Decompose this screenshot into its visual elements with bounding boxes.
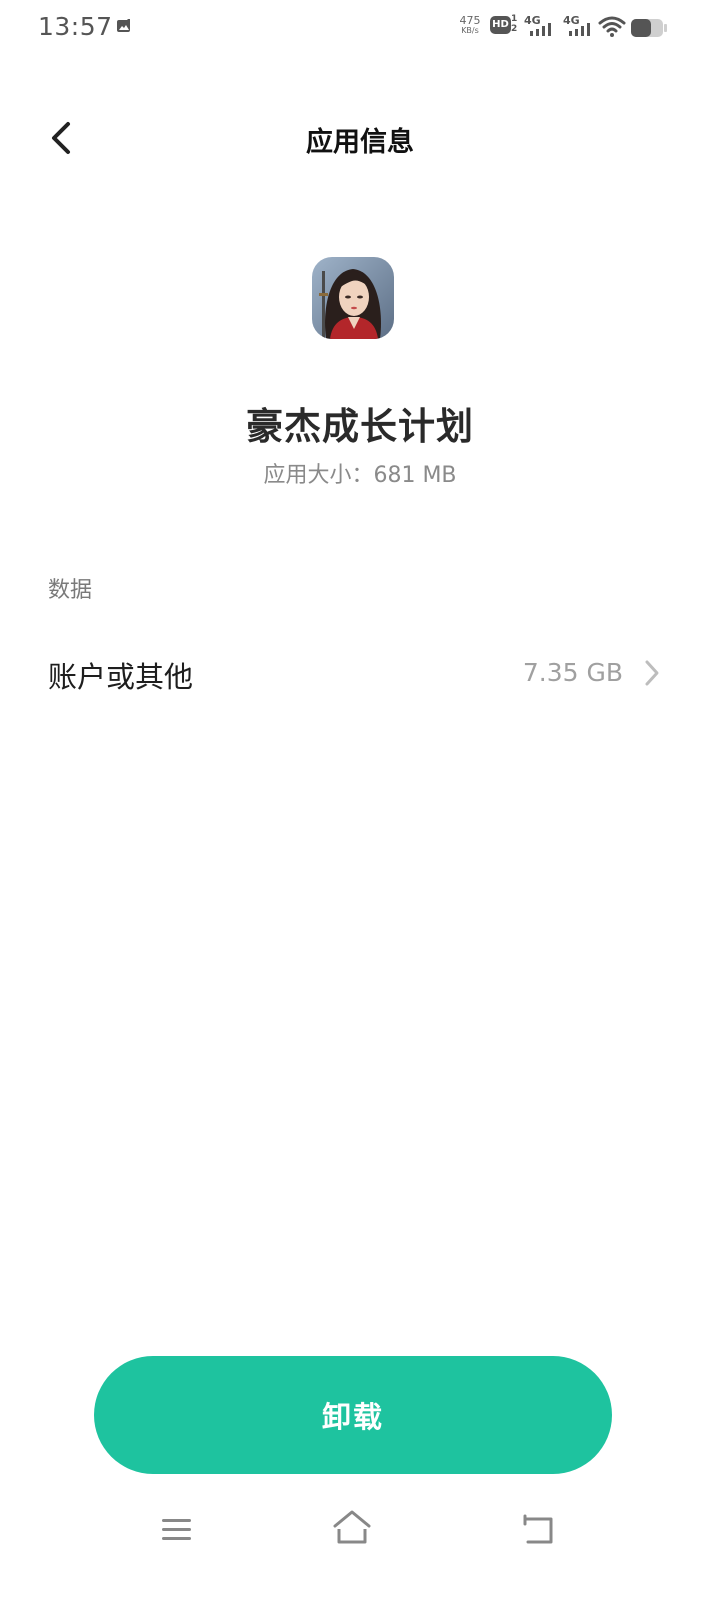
section-label-data: 数据	[48, 578, 93, 603]
app-size-value: 681 MB	[373, 463, 457, 488]
net-speed-indicator: 475 KB/s	[455, 14, 485, 36]
header: 应用信息	[0, 100, 720, 180]
image-notification-icon	[117, 19, 130, 32]
back-nav-button[interactable]	[508, 1504, 568, 1554]
battery-icon	[631, 19, 667, 37]
navigation-bar	[0, 1500, 720, 1560]
back-icon	[523, 1514, 553, 1544]
net-speed-unit: KB/s	[461, 26, 479, 35]
list-item-account-or-other[interactable]: 账户或其他 7.35 GB	[0, 630, 720, 720]
app-size: 应用大小：681 MB	[0, 457, 720, 489]
home-button[interactable]	[322, 1504, 382, 1554]
signal-4g-icon	[569, 23, 590, 36]
page-title: 应用信息	[306, 127, 414, 158]
app-size-label: 应用大小：	[263, 463, 374, 488]
app-icon	[312, 257, 394, 339]
list-item-label: 账户或其他	[48, 660, 194, 694]
wifi-icon	[598, 16, 626, 37]
menu-button[interactable]	[146, 1504, 206, 1554]
list-item-value: 7.35 GB	[522, 658, 623, 687]
home-icon	[333, 1510, 371, 1544]
app-info-screen: 13:57 475 KB/s HD 12 4G 4G 应用信息 豪杰成长计划 应…	[0, 0, 720, 1600]
status-time: 13:57	[38, 12, 113, 41]
hd-icon: HD	[490, 16, 511, 34]
uninstall-button[interactable]: 卸载	[94, 1356, 612, 1474]
hd-sub-label: 12	[511, 14, 518, 34]
status-bar: 13:57 475 KB/s HD 12 4G 4G	[0, 0, 720, 56]
signal-4g-icon	[530, 23, 551, 36]
chevron-right-icon	[645, 660, 659, 686]
net-speed-value: 475	[459, 14, 481, 27]
menu-icon	[162, 1519, 191, 1540]
app-name: 豪杰成长计划	[246, 405, 474, 448]
